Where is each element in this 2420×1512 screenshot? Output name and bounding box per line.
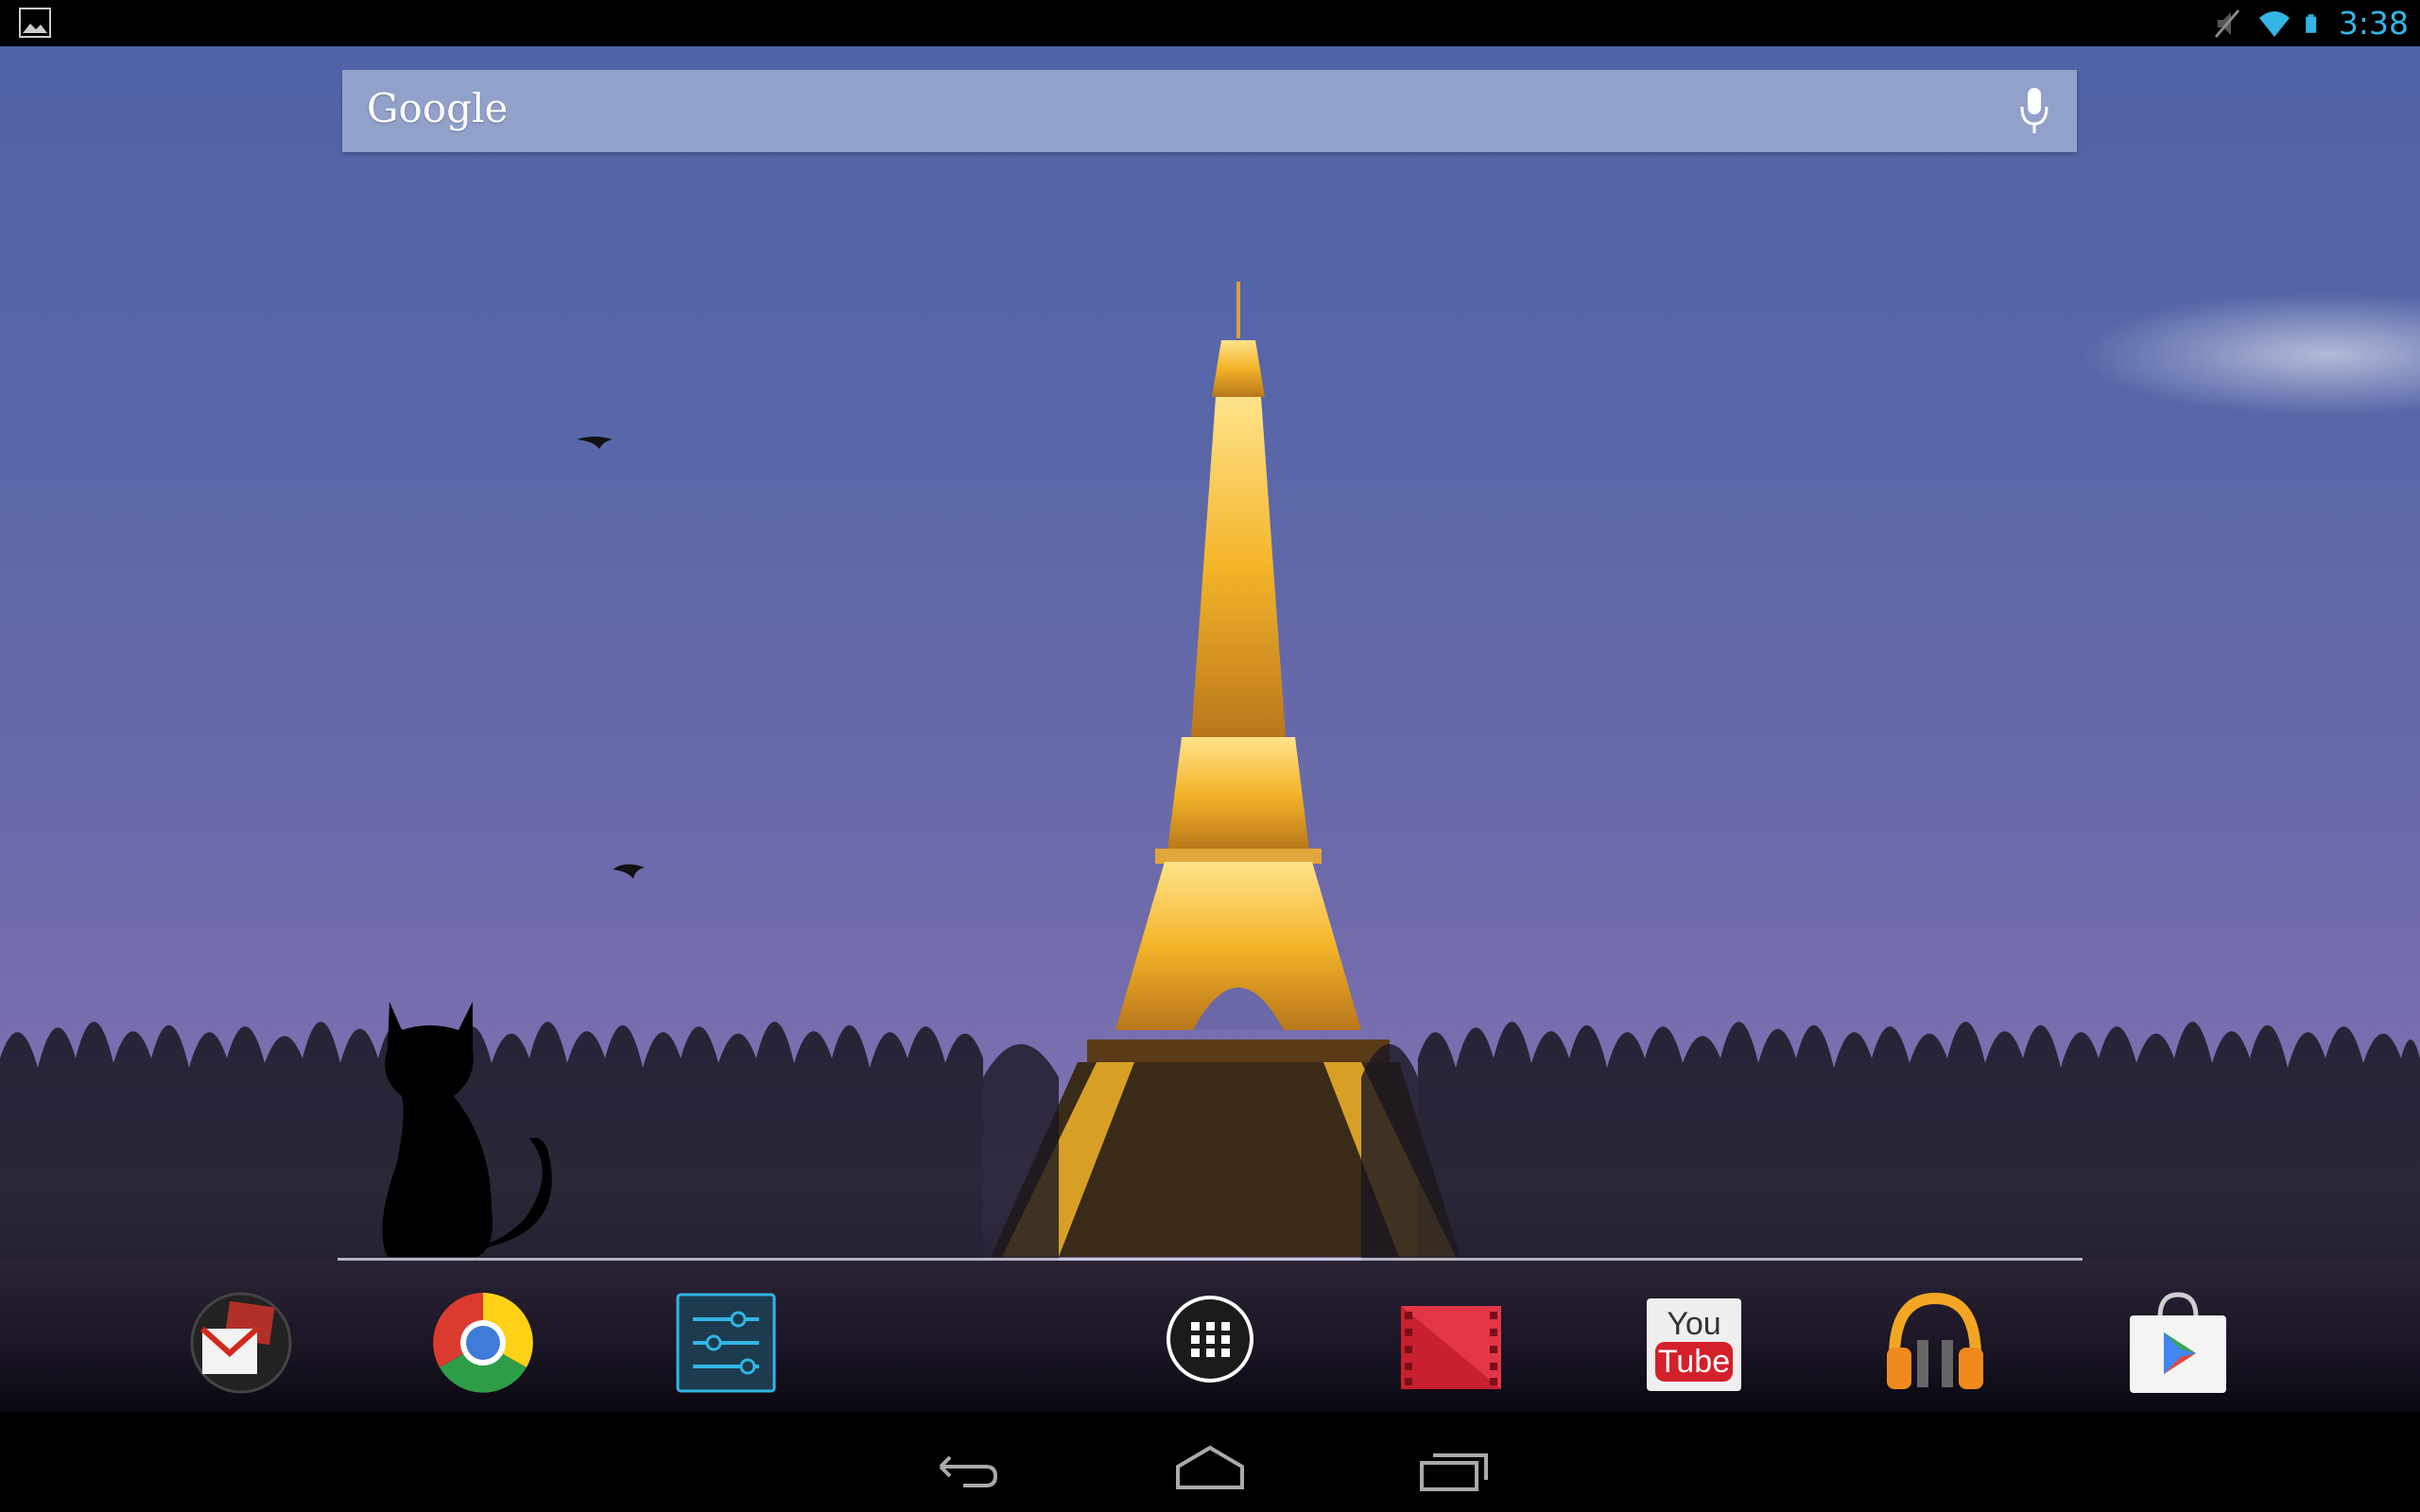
status-icons: 3:38 bbox=[2210, 0, 2409, 46]
cloud bbox=[2080, 293, 2420, 416]
google-search-bar[interactable]: Google bbox=[342, 70, 2077, 152]
status-bar: 3:38 bbox=[0, 0, 2420, 46]
all-apps-icon[interactable] bbox=[1158, 1291, 1262, 1395]
mic-icon[interactable] bbox=[2018, 86, 2050, 137]
battery-icon bbox=[2306, 13, 2317, 33]
play-music-app-icon[interactable] bbox=[1883, 1291, 1987, 1395]
gmail-app-icon[interactable] bbox=[189, 1291, 293, 1395]
back-icon[interactable] bbox=[929, 1435, 1005, 1501]
mute-icon bbox=[2214, 9, 2240, 38]
picture-notification-icon[interactable] bbox=[19, 8, 51, 38]
home-screen: 3:38 Google You Tube bbox=[0, 0, 2420, 1512]
youtube-label-top: You bbox=[1667, 1306, 1720, 1342]
play-movies-app-icon[interactable] bbox=[1399, 1291, 1503, 1395]
settings-app-icon[interactable] bbox=[674, 1291, 778, 1395]
home-icon[interactable] bbox=[1172, 1435, 1248, 1501]
bird bbox=[577, 437, 613, 449]
google-logo: Google bbox=[367, 85, 509, 131]
wifi-icon bbox=[2258, 10, 2290, 37]
play-store-app-icon[interactable] bbox=[2126, 1291, 2230, 1395]
recent-apps-icon[interactable] bbox=[1416, 1435, 1492, 1501]
chrome-app-icon[interactable] bbox=[431, 1291, 535, 1395]
youtube-label-bottom: Tube bbox=[1658, 1344, 1730, 1380]
bird bbox=[613, 864, 645, 879]
clock: 3:38 bbox=[2338, 5, 2409, 42]
youtube-app-icon[interactable]: You Tube bbox=[1642, 1291, 1746, 1395]
